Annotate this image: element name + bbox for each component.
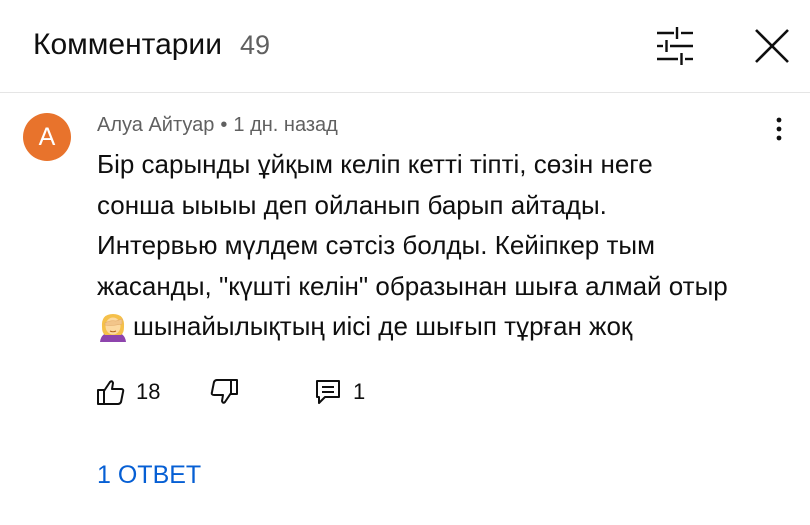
filter-button[interactable] (650, 24, 700, 68)
like-button[interactable]: 18 (96, 374, 160, 410)
comment-line: Интервью мүлдем сәтсіз болды. Кейіпкер т… (97, 230, 655, 260)
avatar-letter: А (38, 122, 56, 151)
comments-count: 49 (239, 30, 270, 60)
reply-icon (316, 380, 340, 404)
avatar[interactable]: А (23, 113, 71, 161)
comments-title-label: Комментарии (33, 28, 222, 61)
like-count: 18 (136, 379, 161, 404)
like-icon (97, 380, 125, 405)
comment-meta: Алуа Айтуар • 1 дн. назад (97, 114, 338, 137)
dislike-icon (210, 379, 238, 404)
facepalm-emoji-icon (97, 311, 129, 355)
comment-line: жасанды, "күшті келін" образынан шыға ал… (97, 270, 728, 301)
more-options-button[interactable] (764, 114, 794, 144)
comments-header: Комментарии 49 (0, 0, 810, 93)
close-icon (755, 29, 789, 63)
comment-line: шынайылықтың иісі де шығып тұрған жоқ (133, 311, 633, 341)
comment-time[interactable]: 1 дн. назад (233, 114, 337, 136)
comment-text: Бір сарынды ұйқым келіп кетті тіпті, сөз… (97, 144, 787, 355)
reply-count: 1 (353, 379, 366, 404)
comment-line: Бір сарынды ұйқым келіп кетті тіпті, сөз… (97, 149, 653, 179)
dislike-button[interactable] (209, 374, 239, 410)
filter-icon (657, 27, 693, 65)
comment-author[interactable]: Алуа Айтуар (97, 114, 214, 136)
meta-separator: • (220, 114, 228, 136)
reply-button[interactable]: 1 (313, 374, 365, 410)
comment-line-with-emoji: шынайылықтың иісі де шығып тұрған жоқ (97, 306, 787, 355)
close-button[interactable] (748, 22, 796, 70)
more-vert-icon (776, 117, 782, 141)
comments-title: Комментарии 49 (33, 28, 270, 62)
comment-line: сонша ыыыы деп ойланып барып айтады. (97, 189, 607, 220)
view-replies-link[interactable]: 1 ОТВЕТ (97, 461, 201, 490)
